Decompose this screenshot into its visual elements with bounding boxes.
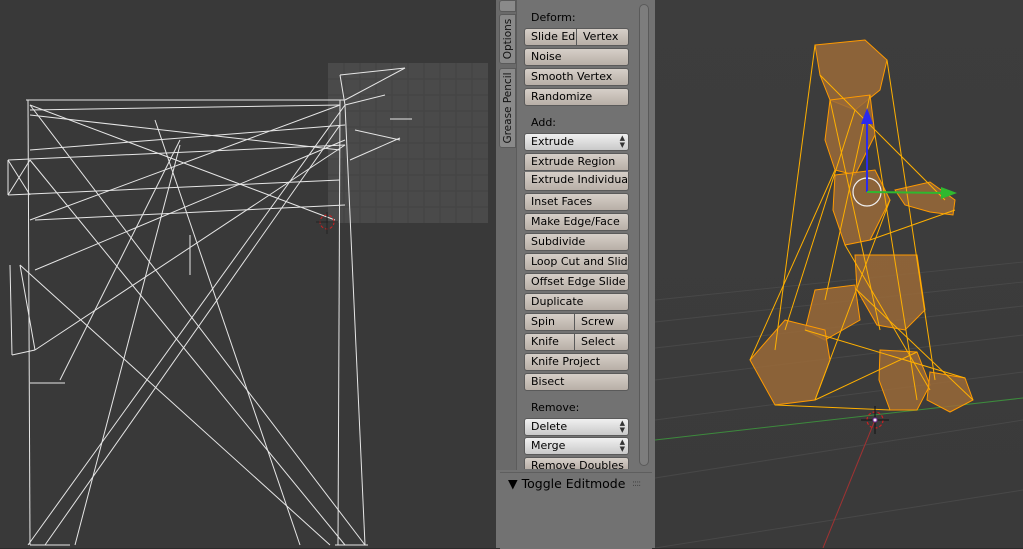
tab-options-label: Options bbox=[501, 18, 514, 60]
extrude-dropdown-value: Extrude bbox=[531, 135, 575, 148]
spin-button[interactable]: Spin bbox=[524, 313, 575, 331]
scrollbar-thumb[interactable] bbox=[639, 4, 649, 466]
smooth-vertex-button[interactable]: Smooth Vertex bbox=[524, 68, 629, 86]
merge-dropdown[interactable]: Merge ▲ ▼ bbox=[524, 437, 629, 455]
make-edge-face-button[interactable]: Make Edge/Face bbox=[524, 213, 629, 231]
noise-button[interactable]: Noise bbox=[524, 48, 629, 66]
subdivide-button[interactable]: Subdivide bbox=[524, 233, 629, 251]
knife-select-button[interactable]: Select bbox=[575, 333, 629, 351]
screw-button[interactable]: Screw bbox=[575, 313, 629, 331]
panel-grip-icon[interactable]: :::: bbox=[632, 479, 641, 489]
viewport-canvas[interactable] bbox=[655, 0, 1023, 548]
extrude-dropdown[interactable]: Extrude ▲ ▼ bbox=[524, 133, 629, 151]
extrude-individual-button[interactable]: Extrude Individual bbox=[524, 172, 629, 191]
3d-viewport[interactable] bbox=[655, 0, 1023, 548]
extrude-region-button[interactable]: Extrude Region bbox=[524, 153, 629, 171]
tab-options[interactable]: Options bbox=[499, 14, 516, 64]
dropdown-arrows-icon: ▲ ▼ bbox=[619, 438, 625, 453]
uv-canvas[interactable] bbox=[0, 0, 496, 548]
remove-doubles-button[interactable]: Remove Doubles bbox=[524, 457, 629, 469]
uv-editor[interactable] bbox=[0, 0, 496, 548]
merge-dropdown-value: Merge bbox=[531, 439, 566, 452]
delete-dropdown[interactable]: Delete ▲ ▼ bbox=[524, 418, 629, 436]
offset-edge-slide-button[interactable]: Offset Edge Slide bbox=[524, 273, 629, 291]
tab-grease-pencil[interactable]: Grease Pencil bbox=[499, 68, 516, 148]
tool-shelf-scrollbar[interactable] bbox=[637, 0, 649, 466]
dropdown-arrows-icon: ▲ ▼ bbox=[619, 419, 625, 434]
slide-vertex-button[interactable]: Vertex bbox=[577, 28, 629, 46]
loop-cut-button[interactable]: Loop Cut and Slide bbox=[524, 253, 629, 271]
knife-project-button[interactable]: Knife Project bbox=[524, 353, 629, 371]
randomize-button[interactable]: Randomize bbox=[524, 88, 629, 106]
toggle-editmode-header[interactable]: ▼ Toggle Editmode bbox=[508, 476, 625, 491]
remove-label: Remove: bbox=[531, 401, 580, 414]
deform-label: Deform: bbox=[531, 11, 576, 24]
y-axis-handle bbox=[866, 191, 946, 194]
duplicate-button[interactable]: Duplicate bbox=[524, 293, 629, 311]
tab-grease-pencil-label: Grease Pencil bbox=[501, 72, 514, 144]
dropdown-arrows-icon: ▲ ▼ bbox=[619, 134, 625, 149]
collapse-arrow-icon[interactable]: ▼ bbox=[508, 476, 518, 491]
inset-faces-button[interactable]: Inset Faces bbox=[524, 193, 629, 211]
toggle-editmode-label: Toggle Editmode bbox=[521, 476, 626, 491]
bisect-button[interactable]: Bisect bbox=[524, 373, 629, 391]
tool-shelf-tabs: Options Grease Pencil bbox=[496, 0, 517, 470]
tab-tools[interactable] bbox=[499, 0, 516, 12]
slide-edge-button[interactable]: Slide Ed bbox=[524, 28, 577, 46]
add-label: Add: bbox=[531, 116, 557, 129]
knife-button[interactable]: Knife bbox=[524, 333, 575, 351]
delete-dropdown-value: Delete bbox=[531, 420, 568, 433]
